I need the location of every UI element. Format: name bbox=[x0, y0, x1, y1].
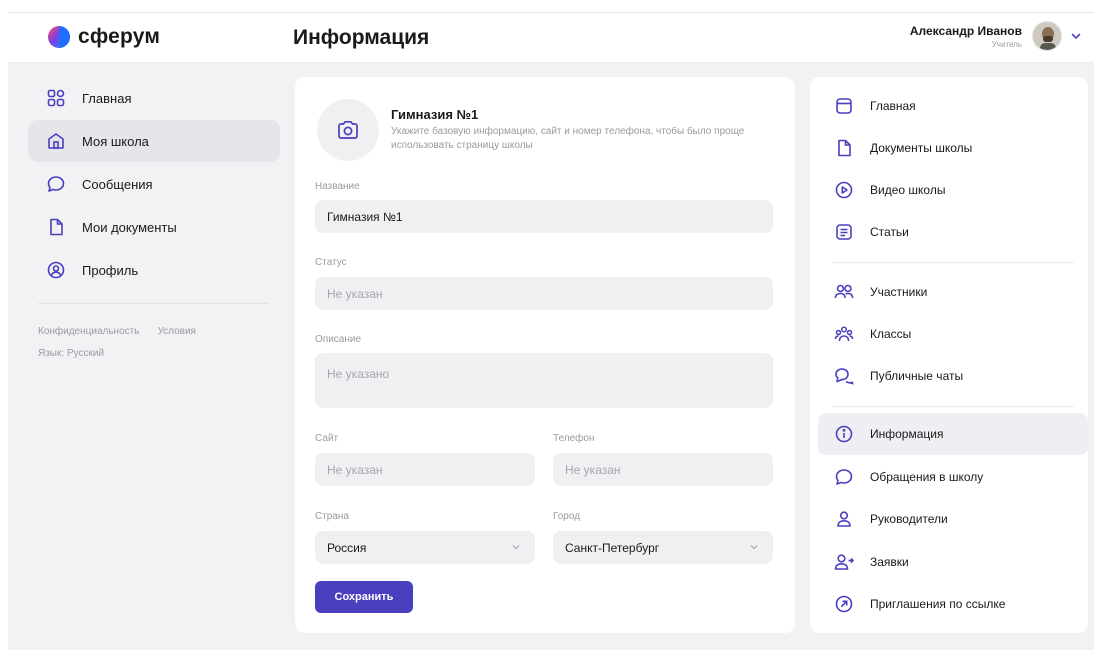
section-item-label: Главная bbox=[870, 99, 916, 113]
grid-icon bbox=[46, 88, 66, 108]
section-item-label: Классы bbox=[870, 327, 912, 341]
section-divider bbox=[832, 406, 1074, 407]
section-item-label: Руководители bbox=[870, 512, 948, 526]
school-icon bbox=[46, 131, 66, 151]
app-window: сферум Информация Александр Иванов Учите… bbox=[8, 12, 1094, 650]
section-item-school-documents[interactable]: Документы школы bbox=[818, 127, 1088, 169]
language-selector[interactable]: Язык: Русский bbox=[38, 343, 196, 365]
section-item-label: Приглашения по ссылке bbox=[870, 597, 1006, 611]
section-item-members[interactable]: Участники bbox=[818, 271, 1088, 313]
sidebar-item-home[interactable]: Главная bbox=[28, 77, 280, 119]
section-item-school-video[interactable]: Видео школы bbox=[818, 169, 1088, 211]
section-item-home[interactable]: Главная bbox=[818, 85, 1088, 127]
sidebar-item-label: Моя школа bbox=[82, 133, 149, 149]
section-item-label: Публичные чаты bbox=[870, 369, 964, 383]
description-textarea[interactable]: Не указано bbox=[315, 353, 773, 408]
document-icon bbox=[46, 217, 66, 237]
section-item-label: Участники bbox=[870, 285, 928, 299]
sidebar-item-label: Мои документы bbox=[82, 219, 177, 235]
user-info: Александр Иванов Учитель bbox=[910, 24, 1022, 49]
city-value: Санкт-Петербург bbox=[565, 540, 660, 555]
window-icon bbox=[834, 96, 854, 116]
sidebar-item-label: Главная bbox=[82, 90, 132, 106]
profile-icon bbox=[46, 260, 66, 280]
section-item-applications[interactable]: Заявки bbox=[818, 541, 1088, 583]
country-select[interactable]: Россия bbox=[315, 531, 535, 564]
section-item-label: Информация bbox=[870, 427, 944, 441]
info-icon bbox=[834, 424, 854, 444]
section-item-label: Документы школы bbox=[870, 141, 973, 155]
upload-photo-button[interactable] bbox=[317, 99, 379, 161]
chats-icon bbox=[834, 366, 854, 386]
site-label: Сайт bbox=[315, 433, 339, 444]
sidebar-item-profile[interactable]: Профиль bbox=[28, 249, 280, 291]
chevron-down-icon bbox=[750, 545, 758, 550]
status-label: Статус bbox=[315, 257, 347, 268]
description-label: Описание bbox=[315, 334, 362, 345]
sidebar-item-my-school[interactable]: Моя школа bbox=[28, 120, 280, 162]
chevron-down-icon[interactable] bbox=[1070, 30, 1082, 42]
section-item-label: Видео школы bbox=[870, 183, 946, 197]
form-hint: Укажите базовую информацию, сайт и номер… bbox=[391, 126, 745, 151]
section-item-label: Заявки bbox=[870, 555, 909, 569]
person-icon bbox=[834, 509, 854, 529]
country-label: Страна bbox=[315, 511, 350, 522]
name-input[interactable]: Гимназия №1 bbox=[315, 200, 773, 233]
city-label: Город bbox=[553, 511, 581, 522]
sidebar-item-messages[interactable]: Сообщения bbox=[28, 163, 280, 205]
section-divider bbox=[832, 262, 1074, 263]
sidebar-divider bbox=[38, 303, 268, 304]
top-header: сферум Информация Александр Иванов Учите… bbox=[8, 13, 1094, 63]
name-label: Название bbox=[315, 181, 360, 192]
terms-link[interactable]: Условия bbox=[157, 326, 196, 337]
sidebar-item-label: Сообщения bbox=[82, 176, 153, 192]
section-item-information[interactable]: Информация bbox=[818, 413, 1088, 455]
sidebar-item-label: Профиль bbox=[82, 262, 139, 278]
school-name-heading: Гимназия №1 bbox=[391, 107, 479, 122]
avatar[interactable] bbox=[1032, 21, 1062, 51]
city-select[interactable]: Санкт-Петербург bbox=[553, 531, 773, 564]
chat-bubble-icon bbox=[834, 467, 854, 487]
privacy-link[interactable]: Конфиденциальность bbox=[38, 326, 139, 337]
sidebar-footer: Конфиденциальность Условия Язык: Русский bbox=[38, 321, 196, 365]
person-add-icon bbox=[834, 552, 854, 572]
link-arrow-icon bbox=[834, 594, 854, 614]
site-input[interactable]: Не указан bbox=[315, 453, 535, 486]
user-menu[interactable]: Александр Иванов Учитель bbox=[910, 21, 1082, 51]
section-item-public-chats[interactable]: Публичные чаты bbox=[818, 355, 1088, 397]
document-icon bbox=[834, 138, 854, 158]
logo[interactable]: сферум bbox=[48, 25, 160, 49]
phone-label: Телефон bbox=[553, 433, 595, 444]
sidebar-item-my-documents[interactable]: Мои документы bbox=[28, 206, 280, 248]
chevron-down-icon bbox=[512, 545, 520, 550]
section-item-classes[interactable]: Классы bbox=[818, 313, 1088, 355]
chat-bubble-icon bbox=[46, 174, 66, 194]
article-icon bbox=[834, 222, 854, 242]
section-item-label: Обращения в школу bbox=[870, 470, 984, 484]
page-title: Информация bbox=[293, 26, 430, 49]
play-icon bbox=[834, 180, 854, 200]
section-item-articles[interactable]: Статьи bbox=[818, 211, 1088, 253]
status-input[interactable]: Не указан bbox=[315, 277, 773, 310]
user-role: Учитель bbox=[991, 39, 1022, 49]
logo-text: сферум bbox=[78, 25, 161, 48]
phone-input[interactable]: Не указан bbox=[553, 453, 773, 486]
country-value: Россия bbox=[327, 540, 367, 555]
users-icon bbox=[834, 282, 854, 302]
school-info-form: Гимназия №1 Укажите базовую информацию, … bbox=[295, 77, 795, 633]
sferum-logo-icon bbox=[48, 26, 70, 48]
section-item-link-invitations[interactable]: Приглашения по ссылке bbox=[818, 583, 1088, 625]
user-name: Александр Иванов bbox=[909, 23, 1022, 38]
group-icon bbox=[834, 324, 854, 344]
save-button[interactable]: Сохранить bbox=[315, 581, 413, 613]
camera-icon bbox=[338, 120, 358, 139]
school-sections-menu: Главная Документы школы Видео школы Стат… bbox=[810, 77, 1088, 633]
section-item-label: Статьи bbox=[870, 225, 909, 239]
left-sidebar: Главная Моя школа Сообщения Мои документ… bbox=[28, 77, 280, 292]
section-item-leaders[interactable]: Руководители bbox=[818, 498, 1088, 540]
section-item-school-requests[interactable]: Обращения в школу bbox=[818, 456, 1088, 498]
